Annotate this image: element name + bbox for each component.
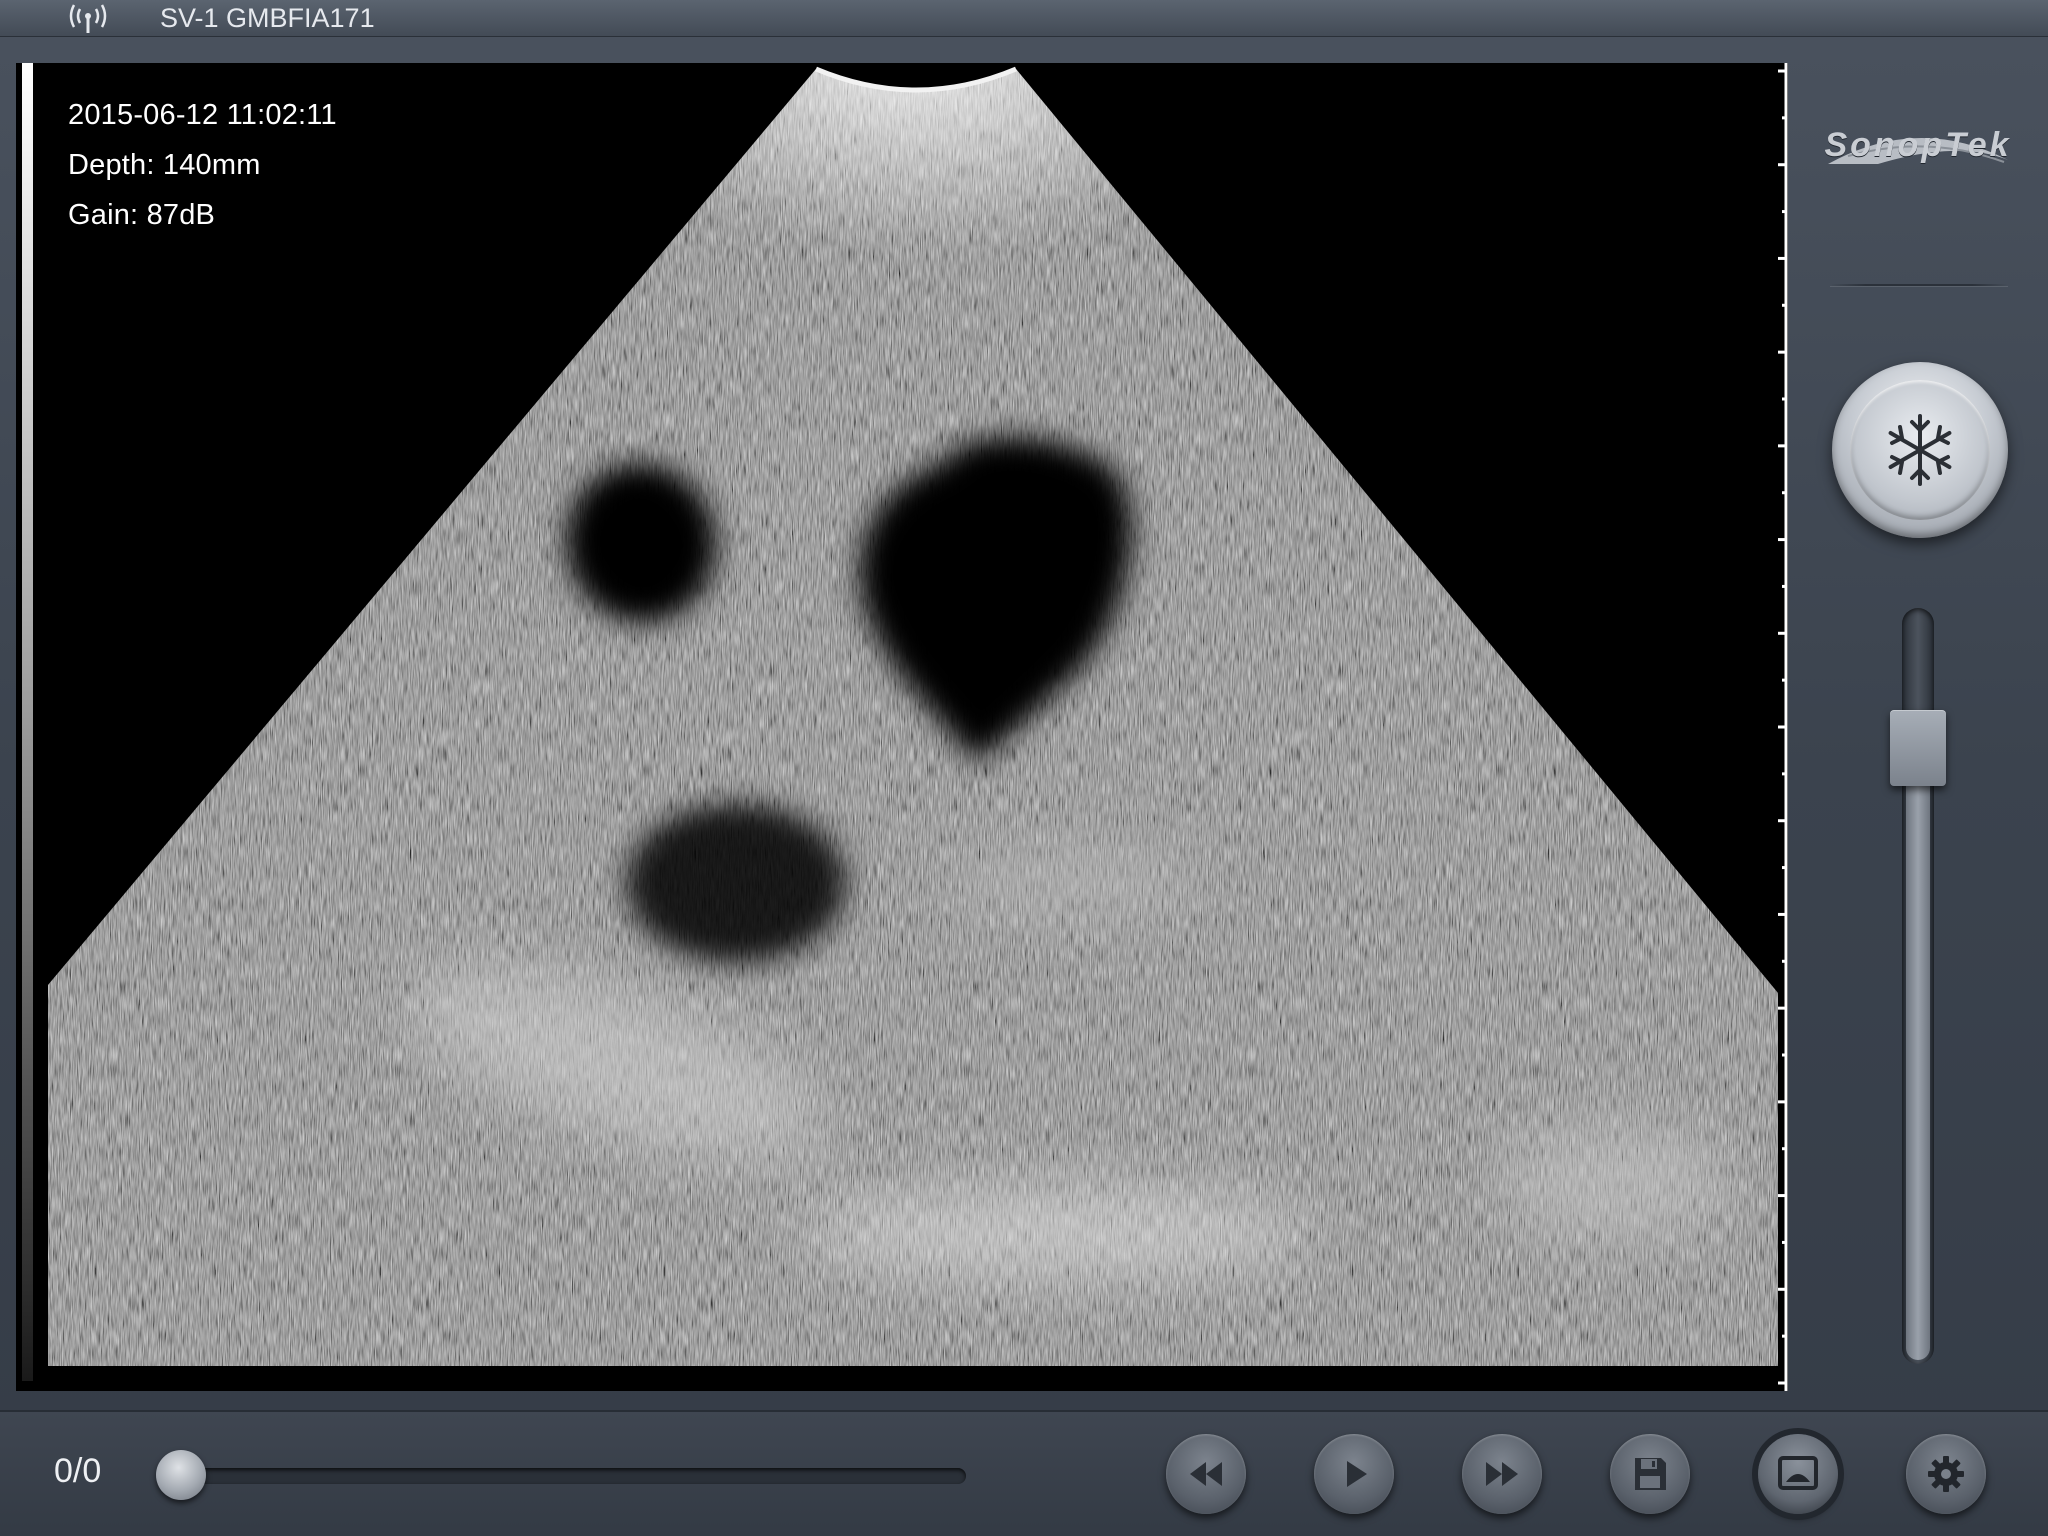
gain-slider-fill: [1906, 748, 1930, 1360]
rewind-button[interactable]: [1166, 1434, 1246, 1514]
grayscale-bar: [22, 63, 33, 1381]
playback-bar: 0/0: [0, 1410, 2048, 1536]
scan-datetime: 2015-06-12 11:02:11: [68, 99, 337, 131]
rewind-icon: [1190, 1462, 1222, 1486]
fast-forward-icon: [1486, 1462, 1518, 1486]
freeze-button[interactable]: [1832, 362, 2008, 538]
device-name: SV-1 GMBFIA171: [160, 3, 375, 33]
ultrasound-app: SV-1 GMBFIA171 2015-06-12 11:02:11 Depth…: [0, 0, 2048, 1536]
fast-forward-button[interactable]: [1462, 1434, 1542, 1514]
status-bar: SV-1 GMBFIA171: [0, 0, 2048, 37]
cine-slider-thumb[interactable]: [156, 1450, 206, 1500]
snowflake-icon: [1888, 414, 1952, 486]
wifi-signal-icon: [69, 4, 107, 33]
panel-divider: [1830, 284, 2008, 286]
image-view-button[interactable]: [1758, 1434, 1838, 1514]
side-control-panel: SonopTek: [1788, 36, 2048, 1410]
play-button[interactable]: [1314, 1434, 1394, 1514]
gear-icon: [1928, 1456, 1964, 1492]
cine-slider[interactable]: [160, 1468, 966, 1484]
play-icon: [1347, 1461, 1367, 1487]
freeze-button-face: [1850, 380, 1990, 520]
gain-readout: Gain: 87dB: [68, 199, 216, 231]
brand-name: SonopTek: [1824, 126, 2012, 164]
depth-scale: [1778, 63, 1788, 1391]
image-icon: [1778, 1456, 1818, 1490]
ultrasound-scan-image: [48, 66, 1778, 1391]
frame-counter: 0/0: [54, 1452, 102, 1490]
gain-slider-thumb[interactable]: [1890, 710, 1946, 786]
ultrasound-image-view[interactable]: 2015-06-12 11:02:11 Depth: 140mm Gain: 8…: [16, 63, 1788, 1391]
depth-readout: Depth: 140mm: [68, 149, 261, 181]
settings-button[interactable]: [1906, 1434, 1986, 1514]
save-button[interactable]: [1610, 1434, 1690, 1514]
floppy-disk-icon: [1635, 1458, 1666, 1490]
